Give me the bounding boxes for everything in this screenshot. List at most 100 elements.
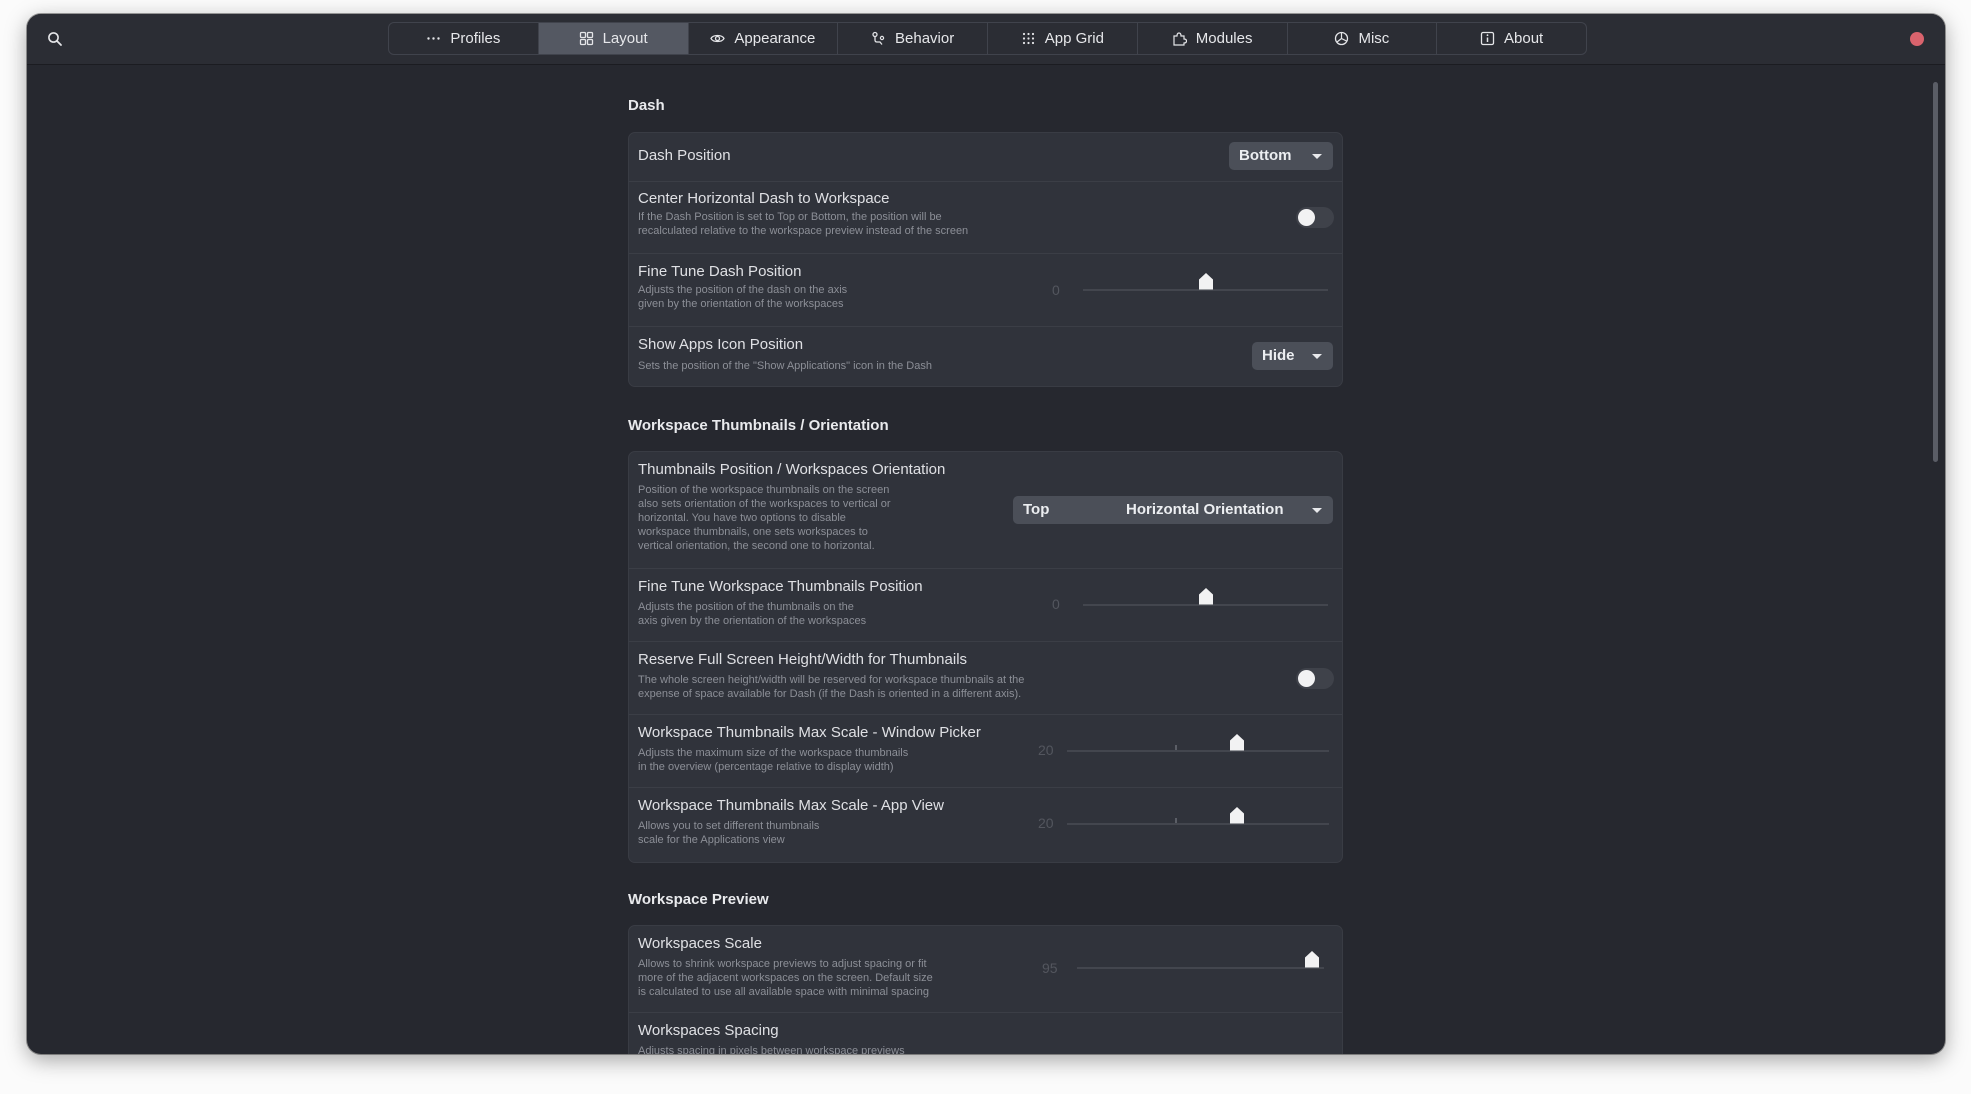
dots-icon [427, 37, 441, 40]
row-subtitle-line: Adjusts the position of the thumbnails o… [638, 601, 854, 613]
dropdown-value-orientation: Horizontal Orientation [1126, 501, 1284, 518]
chevron-down-icon [1312, 354, 1322, 359]
app-grid-icon [1022, 32, 1034, 45]
row-subtitle-line: Allows to shrink workspace previews to a… [638, 958, 927, 970]
slider-handle[interactable] [1303, 950, 1321, 969]
preview-group: Workspaces Scale Allows to shrink worksp… [628, 925, 1343, 1054]
row-subtitle-line: also sets orientation of the workspaces … [638, 498, 891, 510]
row-subtitle: Allows to shrink workspace previews to a… [638, 957, 933, 999]
tab-misc[interactable]: Misc [1288, 23, 1438, 54]
row-title: Fine Tune Workspace Thumbnails Position [638, 578, 923, 595]
row-title: Show Apps Icon Position [638, 336, 804, 353]
tab-behavior[interactable]: Behavior [838, 23, 988, 54]
slider-tick [1175, 745, 1177, 750]
thumbnails-orientation-dropdown[interactable]: Top Horizontal Orientation [1013, 496, 1333, 524]
row-subtitle: Allows you to set different thumbnails s… [638, 819, 819, 847]
row-thumbnails-orientation: Thumbnails Position / Workspaces Orienta… [629, 452, 1342, 568]
tab-app-grid[interactable]: App Grid [988, 23, 1138, 54]
row-title: Fine Tune Dash Position [638, 263, 802, 280]
workspaces-scale-slider[interactable] [1077, 951, 1324, 969]
slider-handle[interactable] [1228, 806, 1246, 825]
row-subtitle-line: vertical orientation, the second one to … [638, 540, 875, 552]
section-title-preview: Workspace Preview [628, 891, 769, 908]
max-scale-window-picker-slider[interactable] [1067, 734, 1329, 752]
tab-about[interactable]: About [1437, 23, 1586, 54]
row-title: Workspace Thumbnails Max Scale - App Vie… [638, 797, 944, 814]
row-subtitle-line: Adjusts spacing in pixels between worksp… [638, 1045, 905, 1054]
row-title: Reserve Full Screen Height/Width for Thu… [638, 651, 968, 668]
header-bar: Profiles Layout Appearance Behavior App … [27, 14, 1945, 65]
row-subtitle-line: in the overview (percentage relative to … [638, 761, 894, 773]
tab-label: Profiles [450, 30, 501, 47]
row-subtitle: Position of the workspace thumbnails on … [638, 483, 891, 553]
row-subtitle-line: Adjusts the maximum size of the workspac… [638, 747, 909, 759]
fine-tune-dash-slider[interactable] [1083, 273, 1328, 291]
row-subtitle-line: If the Dash Position is set to Top or Bo… [638, 211, 942, 223]
dash-position-dropdown[interactable]: Bottom [1229, 142, 1333, 170]
row-workspaces-spacing: Workspaces Spacing Adjusts spacing in pi… [629, 1012, 1342, 1054]
tab-label: Misc [1358, 30, 1390, 47]
thumbnails-group: Thumbnails Position / Workspaces Orienta… [628, 451, 1343, 863]
tab-layout[interactable]: Layout [538, 23, 689, 54]
center-dash-toggle[interactable] [1296, 207, 1334, 228]
row-max-scale-app-view: Workspace Thumbnails Max Scale - App Vie… [629, 787, 1342, 865]
row-subtitle-line: Position of the workspace thumbnails on … [638, 484, 890, 496]
info-icon [1480, 31, 1495, 46]
section-title-thumbnails: Workspace Thumbnails / Orientation [628, 417, 889, 434]
tab-appearance[interactable]: Appearance [689, 23, 839, 54]
row-fine-tune-dash: Fine Tune Dash Position Adjusts the posi… [629, 253, 1342, 327]
slider-value: 0 [1052, 282, 1060, 298]
toggle-knob [1298, 209, 1315, 226]
row-subtitle: Adjusts spacing in pixels between worksp… [638, 1044, 905, 1054]
row-title: Thumbnails Position / Workspaces Orienta… [638, 461, 946, 478]
close-button[interactable] [1910, 32, 1924, 46]
chevron-down-icon [1312, 154, 1322, 159]
row-title: Dash Position [638, 147, 731, 164]
tab-profiles[interactable]: Profiles [389, 23, 539, 54]
slider-handle[interactable] [1197, 272, 1215, 291]
row-subtitle: Sets the position of the "Show Applicati… [638, 359, 932, 373]
row-subtitle-line: given by the orientation of the workspac… [638, 298, 844, 310]
show-apps-dropdown[interactable]: Hide [1252, 342, 1333, 370]
slider-handle[interactable] [1228, 733, 1246, 752]
search-icon[interactable] [47, 31, 63, 47]
row-title: Workspace Thumbnails Max Scale - Window … [638, 724, 981, 741]
row-subtitle-line: scale for the Applications view [638, 834, 785, 846]
row-subtitle-line: more of the adjacent workspaces on the s… [638, 972, 933, 984]
tab-modules[interactable]: Modules [1138, 23, 1288, 54]
section-title-dash: Dash [628, 97, 665, 114]
chevron-down-icon [1312, 508, 1322, 513]
reserve-full-screen-toggle[interactable] [1296, 668, 1334, 689]
row-subtitle-line: recalculated relative to the workspace p… [638, 225, 969, 237]
fine-tune-thumbnails-slider[interactable] [1083, 588, 1328, 606]
tab-label: Layout [602, 30, 648, 47]
tab-bar: Profiles Layout Appearance Behavior App … [388, 22, 1587, 55]
row-dash-position: Dash Position Bottom [629, 133, 1342, 181]
row-subtitle-line: horizontal. You have two options to disa… [638, 512, 846, 524]
tab-label: App Grid [1044, 30, 1104, 47]
row-max-scale-window-picker: Workspace Thumbnails Max Scale - Window … [629, 714, 1342, 788]
row-subtitle: Adjusts the position of the thumbnails o… [638, 600, 866, 628]
dash-group: Dash Position Bottom Center Horizontal D… [628, 132, 1343, 387]
slider-value: 95 [1042, 960, 1058, 976]
max-scale-app-view-slider[interactable] [1067, 807, 1329, 825]
grid-icon [579, 31, 593, 46]
slider-value: 20 [1038, 742, 1054, 758]
row-subtitle-line: The whole screen height/width will be re… [638, 674, 1025, 686]
slider-tick [1175, 818, 1177, 823]
slider-handle[interactable] [1197, 587, 1215, 606]
slider-value: 20 [1038, 815, 1054, 831]
misc-icon [1335, 31, 1349, 46]
tab-label: About [1504, 30, 1544, 47]
settings-window: Profiles Layout Appearance Behavior App … [27, 14, 1945, 1054]
row-subtitle-line: workspace thumbnails, one sets workspace… [638, 526, 868, 538]
dropdown-value: Hide [1262, 347, 1295, 364]
row-workspaces-scale: Workspaces Scale Allows to shrink worksp… [629, 926, 1342, 1012]
row-title: Workspaces Spacing [638, 1022, 779, 1039]
tab-label: Modules [1195, 30, 1253, 47]
scrollbar[interactable] [1933, 82, 1938, 462]
tab-label: Behavior [895, 30, 955, 47]
row-subtitle-line: axis given by the orientation of the wor… [638, 615, 867, 627]
row-reserve-full-screen: Reserve Full Screen Height/Width for Thu… [629, 641, 1342, 715]
settings-content: Dash Dash Position Bottom Center Horizon… [27, 65, 1945, 1054]
